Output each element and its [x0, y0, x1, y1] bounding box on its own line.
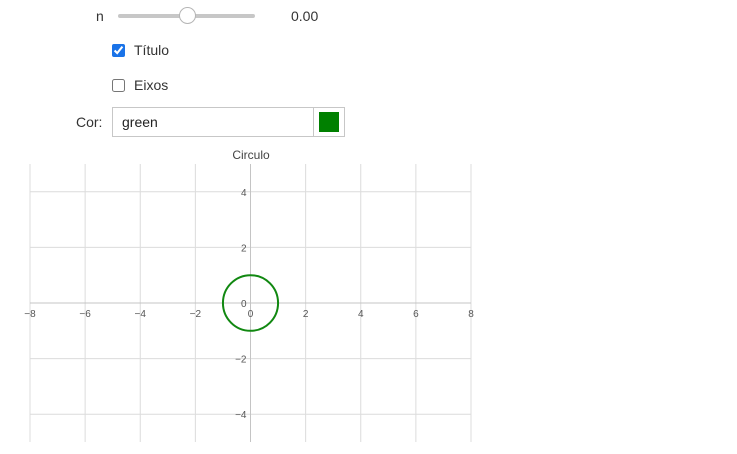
color-label: Cor:: [76, 114, 103, 130]
y-tick-label: 0: [241, 299, 247, 310]
x-tick-label: −8: [24, 309, 36, 320]
y-tick-label: −2: [235, 355, 247, 366]
x-tick-label: 0: [248, 309, 254, 320]
x-tick-label: −4: [135, 309, 147, 320]
y-tick-label: −4: [235, 410, 247, 421]
titulo-label[interactable]: Título: [134, 42, 169, 58]
y-tick-label: 4: [241, 188, 247, 199]
eixos-checkbox[interactable]: [112, 78, 125, 92]
plot-axes: [30, 164, 471, 442]
slider-readout: 0.00: [291, 8, 319, 24]
titulo-checkbox[interactable]: [112, 43, 125, 57]
plot-title: Circulo: [232, 148, 270, 162]
x-tick-label: −2: [190, 309, 202, 320]
color-picker-button[interactable]: [313, 107, 345, 137]
x-tick-label: 4: [358, 309, 364, 320]
x-tick-label: −6: [79, 309, 91, 320]
n-slider-handle[interactable]: [179, 7, 197, 24]
x-tick-label: 6: [413, 309, 419, 320]
color-swatch: [319, 112, 339, 132]
titulo-row: Título: [112, 42, 169, 58]
color-text-field[interactable]: [112, 107, 314, 137]
app-root: n 0.00 Título Eixos Cor: Circulo −8−6−4−…: [0, 0, 737, 454]
slider-label: n: [96, 8, 104, 24]
x-tick-label: 2: [303, 309, 309, 320]
eixos-label[interactable]: Eixos: [134, 77, 168, 93]
circle-plot[interactable]: Circulo −8 −6 −4 −2 0 2 4 6 8 −4 −2 0 2 4: [0, 140, 500, 446]
x-tick-label: 8: [468, 309, 474, 320]
x-tick-labels: −8 −6 −4 −2 0 2 4 6 8: [24, 309, 474, 320]
y-tick-label: 2: [241, 243, 247, 254]
eixos-row: Eixos: [112, 77, 168, 93]
y-tick-labels: −4 −2 0 2 4: [235, 188, 247, 421]
